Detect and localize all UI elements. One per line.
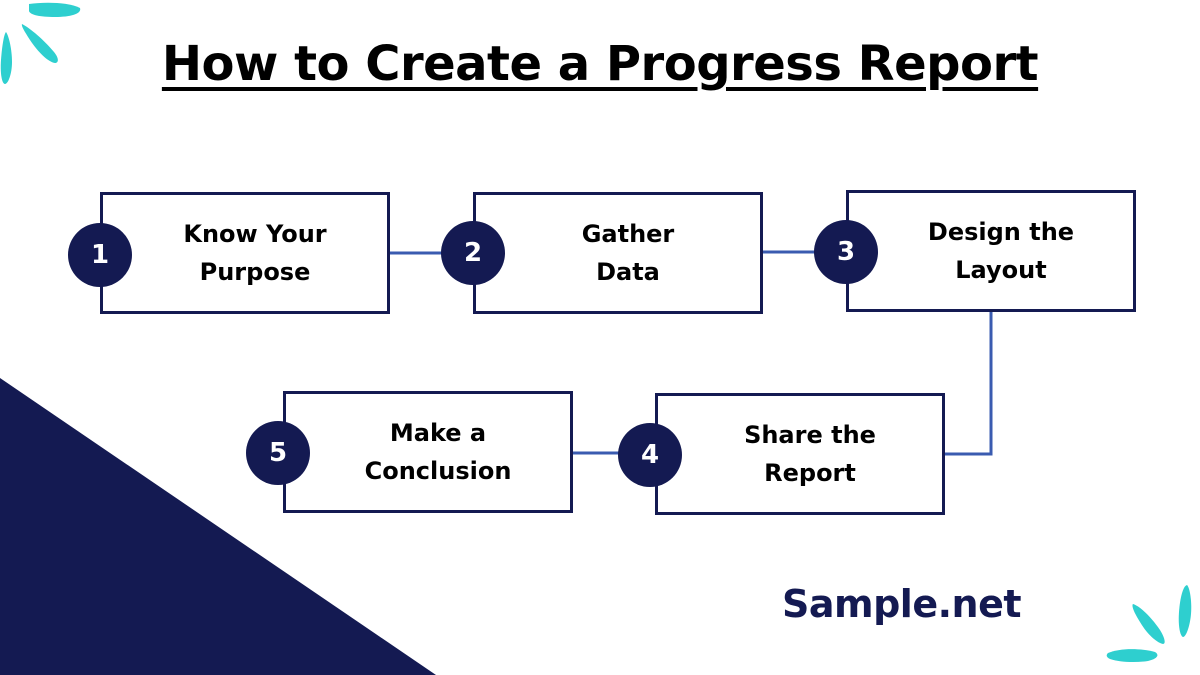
page-title: How to Create a Progress Report <box>161 36 1039 92</box>
step-label: Gather Data <box>581 220 675 286</box>
step-box-3: Design the Layout <box>846 190 1136 312</box>
step-number-badge-4: 4 <box>618 423 682 487</box>
teal-leaf-decoration-bottom-right <box>1106 585 1192 663</box>
connector-3-4 <box>945 311 993 456</box>
step-box-5: Make a Conclusion <box>283 391 573 513</box>
step-number-badge-3: 3 <box>814 220 878 284</box>
step-box-4: Share the Report <box>655 393 945 515</box>
background-graphics <box>0 2 1192 675</box>
step-number-badge-1: 1 <box>68 223 132 287</box>
step-number-badge-2: 2 <box>441 221 505 285</box>
step-label: Share the Report <box>744 421 876 487</box>
step-number-badge-5: 5 <box>246 421 310 485</box>
step-label: Make a Conclusion <box>364 419 512 485</box>
step-label: Know Your Purpose <box>183 220 327 286</box>
step-box-2: Gather Data <box>473 192 763 314</box>
step-box-1: Know Your Purpose <box>100 192 390 314</box>
step-label: Design the Layout <box>927 218 1075 284</box>
brand-logo: Sample.net <box>782 582 1022 626</box>
